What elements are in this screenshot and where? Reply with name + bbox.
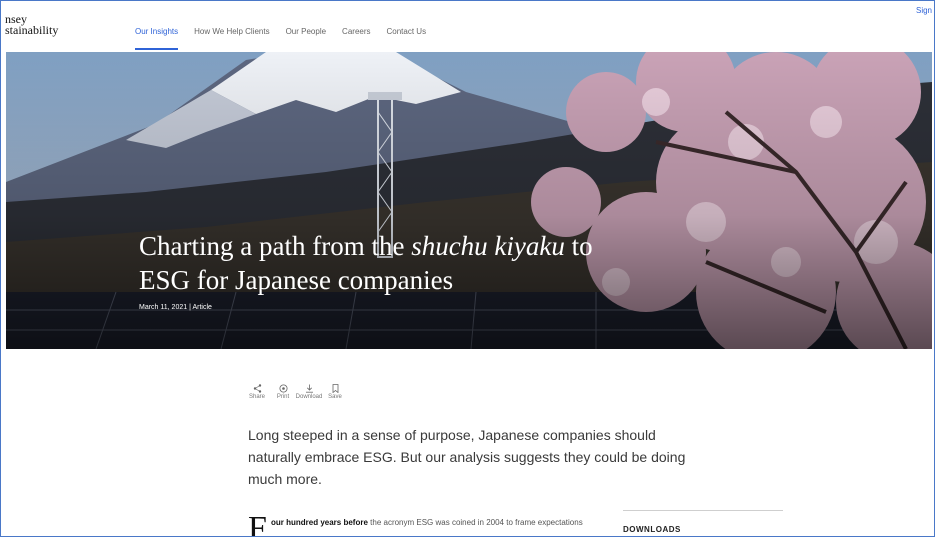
body-bold-start: our hundred years before xyxy=(271,518,368,527)
save-button[interactable]: Save xyxy=(326,383,344,400)
site-logo[interactable]: nsey stainability xyxy=(5,13,59,37)
download-button[interactable]: Download xyxy=(296,383,322,400)
download-label: Download xyxy=(295,394,323,400)
nav-how-we-help-clients[interactable]: How We Help Clients xyxy=(194,27,269,50)
title-italic: shuchu kiyaku xyxy=(411,231,565,261)
article-meta: March 11, 2021 | Article xyxy=(139,304,212,311)
sidebar-divider xyxy=(623,510,783,511)
share-button[interactable]: Share xyxy=(248,383,266,400)
print-label: Print xyxy=(276,394,290,400)
share-label: Share xyxy=(248,394,265,400)
downloads-heading: DOWNLOADS xyxy=(623,525,681,534)
sign-in-link[interactable]: Sign xyxy=(916,6,932,15)
print-icon xyxy=(276,383,290,394)
print-button[interactable]: Print xyxy=(274,383,292,400)
share-icon xyxy=(250,383,264,394)
nav-contact-us[interactable]: Contact Us xyxy=(387,27,427,50)
bookmark-icon xyxy=(328,383,342,394)
download-icon xyxy=(302,383,316,394)
nav-careers[interactable]: Careers xyxy=(342,27,370,50)
title-line-2: ESG for Japanese companies xyxy=(139,265,454,295)
nav-our-insights[interactable]: Our Insights xyxy=(135,27,179,50)
nav-our-people[interactable]: Our People xyxy=(286,27,326,50)
browser-viewport: nsey stainability Our Insights How We He… xyxy=(0,0,935,537)
main-nav: Our Insights How We Help Clients Our Peo… xyxy=(135,27,426,50)
article-lead: Long steeped in a sense of purpose, Japa… xyxy=(248,427,686,487)
logo-line-2: stainability xyxy=(5,23,59,37)
title-part-2: to xyxy=(564,231,593,261)
article-body: our hundred years before the acronym ESG… xyxy=(271,514,601,536)
drop-cap: F xyxy=(248,510,267,537)
title-part-1: Charting a path from the xyxy=(139,231,412,261)
article-actions: Share Print Download Save xyxy=(248,383,344,400)
hero-banner: Charting a path from the shuchu kiyaku t… xyxy=(6,52,932,349)
save-label: Save xyxy=(328,394,342,400)
article-title: Charting a path from the shuchu kiyaku t… xyxy=(139,229,699,297)
